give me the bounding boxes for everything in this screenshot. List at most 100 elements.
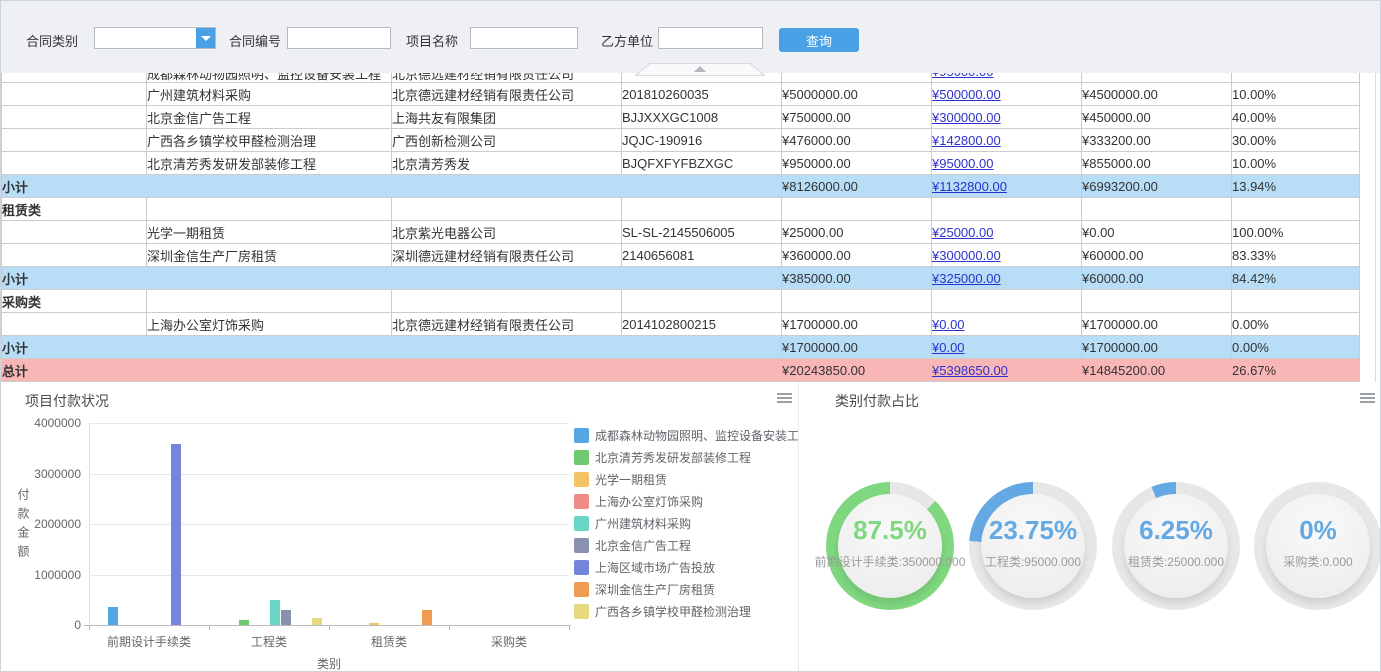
legend-swatch bbox=[574, 494, 589, 509]
y-axis-tick-label: 4000000 bbox=[19, 416, 81, 430]
paid-amount-link[interactable]: ¥5398650.00 bbox=[932, 363, 1008, 378]
donut-category-label: 租赁类:25000.000 bbox=[1128, 553, 1224, 570]
query-button[interactable]: 查询 bbox=[779, 28, 859, 52]
legend-item[interactable]: 上海办公室灯饰采购 bbox=[574, 490, 811, 512]
contract-number-input[interactable] bbox=[287, 27, 391, 49]
party-b-label: 乙方单位 bbox=[601, 31, 653, 50]
contract-payment-page: 合同类别 合同编号 项目名称 乙方单位 查询 成都森林动物园照明、监控设备安装工… bbox=[0, 0, 1381, 672]
donut-category-label: 采购类:0.000 bbox=[1283, 553, 1352, 570]
donut-chart-title: 类别付款占比 bbox=[835, 391, 919, 411]
donut-percent-value: 23.75% bbox=[969, 515, 1097, 546]
x-axis-tick bbox=[209, 626, 210, 630]
table-row: 广西各乡镇学校甲醛检测治理广西创新检测公司JQJC-190916¥476000.… bbox=[2, 129, 1360, 152]
gridline bbox=[89, 423, 569, 424]
donut-category-label: 前期设计手续类:350000.000 bbox=[815, 553, 966, 570]
legend-item[interactable]: 上海区域市场广告投放 bbox=[574, 556, 811, 578]
legend-item[interactable]: 北京金信广告工程 bbox=[574, 534, 811, 556]
paid-amount-link[interactable]: ¥25000.00 bbox=[932, 225, 993, 240]
legend-label: 广西各乡镇学校甲醛检测治理 bbox=[595, 603, 751, 620]
x-axis-line bbox=[84, 625, 571, 626]
donut-inner-circle bbox=[1124, 494, 1228, 598]
contract-number-label: 合同编号 bbox=[229, 31, 281, 50]
x-axis-category-label: 租赁类 bbox=[329, 633, 449, 650]
donut-gauge: 87.5%前期设计手续类:350000.000 bbox=[826, 482, 954, 610]
paid-amount-link[interactable]: ¥1132800.00 bbox=[932, 179, 1007, 194]
paid-amount-link[interactable]: ¥142800.00 bbox=[932, 133, 1001, 148]
bar-成都森林动物园照明、监控设备安装工程 bbox=[108, 607, 118, 625]
chevron-down-icon[interactable] bbox=[196, 28, 215, 48]
paid-amount-link[interactable]: ¥0.00 bbox=[932, 317, 965, 332]
y-axis-tick-label: 2000000 bbox=[19, 517, 81, 531]
legend-item[interactable]: 光学一期租赁 bbox=[574, 468, 811, 490]
paid-amount-link[interactable]: ¥95000.00 bbox=[932, 156, 993, 171]
project-name-input[interactable] bbox=[470, 27, 578, 49]
donut-percent-value: 87.5% bbox=[826, 515, 954, 546]
payment-bar-chart-panel: 项目付款状况 付款金额 类别 成都森林动物园照明、监控设备安装工程北京清芳秀发研… bbox=[1, 382, 798, 671]
contract-category-label: 合同类别 bbox=[26, 31, 78, 50]
bar-上海区域市场广告投放 bbox=[171, 444, 181, 625]
bar-光学一期租赁 bbox=[369, 623, 379, 625]
table-row: 上海办公室灯饰采购北京德远建材经销有限责任公司2014102800215¥170… bbox=[2, 313, 1360, 336]
chart-legend: 成都森林动物园照明、监控设备安装工程北京清芳秀发研发部装修工程光学一期租赁上海办… bbox=[574, 424, 811, 622]
legend-item[interactable]: 北京清芳秀发研发部装修工程 bbox=[574, 446, 811, 468]
gridline bbox=[89, 524, 569, 525]
legend-swatch bbox=[574, 516, 589, 531]
category-ratio-panel: 类别付款占比 87.5%前期设计手续类:350000.00023.75%工程类:… bbox=[798, 382, 1381, 671]
legend-label: 成都森林动物园照明、监控设备安装工程 bbox=[595, 427, 811, 444]
legend-item[interactable]: 成都森林动物园照明、监控设备安装工程 bbox=[574, 424, 811, 446]
table-row: 租赁类 bbox=[2, 198, 1360, 221]
table-row: 采购类 bbox=[2, 290, 1360, 313]
paid-amount-link[interactable]: ¥325000.00 bbox=[932, 271, 1001, 286]
legend-item[interactable]: 广西各乡镇学校甲醛检测治理 bbox=[574, 600, 811, 622]
legend-label: 上海办公室灯饰采购 bbox=[595, 493, 703, 510]
donut-inner-circle bbox=[981, 494, 1085, 598]
search-bar: 合同类别 合同编号 项目名称 乙方单位 查询 bbox=[1, 1, 1380, 73]
legend-item[interactable]: 广州建筑材料采购 bbox=[574, 512, 811, 534]
gridline bbox=[89, 474, 569, 475]
legend-swatch bbox=[574, 472, 589, 487]
legend-label: 深圳金信生产厂房租赁 bbox=[595, 581, 715, 598]
table-row: 成都森林动物园照明、监控设备安装工程北京德远建材经销有限责任公司¥95000.0… bbox=[2, 73, 1360, 83]
bar-北京金信广告工程 bbox=[281, 610, 291, 625]
paid-amount-link[interactable]: ¥95000.00 bbox=[932, 73, 993, 79]
table-row: 小计¥385000.00¥325000.00¥60000.0084.42% bbox=[2, 267, 1360, 290]
paid-amount-link[interactable]: ¥300000.00 bbox=[932, 110, 1001, 125]
donut-percent-value: 6.25% bbox=[1112, 515, 1240, 546]
x-axis-tick bbox=[329, 626, 330, 630]
legend-label: 广州建筑材料采购 bbox=[595, 515, 691, 532]
legend-swatch bbox=[574, 582, 589, 597]
party-b-input[interactable] bbox=[658, 27, 763, 49]
donut-inner-circle bbox=[1266, 494, 1370, 598]
legend-swatch bbox=[574, 428, 589, 443]
x-axis-tick bbox=[569, 626, 570, 630]
legend-item[interactable]: 深圳金信生产厂房租赁 bbox=[574, 578, 811, 600]
paid-amount-link[interactable]: ¥300000.00 bbox=[932, 248, 1001, 263]
donut-category-label: 工程类:95000.000 bbox=[985, 553, 1081, 570]
gridline bbox=[89, 575, 569, 576]
project-name-label: 项目名称 bbox=[406, 31, 458, 50]
x-axis-category-label: 前期设计手续类 bbox=[89, 633, 209, 650]
paid-amount-link[interactable]: ¥0.00 bbox=[932, 340, 965, 355]
chart-menu-icon[interactable] bbox=[1360, 393, 1375, 405]
donut-gauge: 23.75% 工程类:95000.000 bbox=[969, 482, 1097, 610]
paid-amount-link[interactable]: ¥500000.00 bbox=[932, 87, 1001, 102]
chart-menu-icon[interactable] bbox=[777, 393, 792, 405]
table-row: 深圳金信生产厂房租赁深圳德远建材经销有限责任公司2140656081¥36000… bbox=[2, 244, 1360, 267]
legend-swatch bbox=[574, 450, 589, 465]
table-row: 广州建筑材料采购北京德远建材经销有限责任公司201810260035¥50000… bbox=[2, 83, 1360, 106]
y-axis-tick-label: 0 bbox=[19, 618, 81, 632]
x-axis-category-label: 采购类 bbox=[449, 633, 569, 650]
y-axis-tick-label: 1000000 bbox=[19, 568, 81, 582]
table-row: 光学一期租赁北京紫光电器公司SL-SL-2145506005¥25000.00¥… bbox=[2, 221, 1360, 244]
table-row: 北京金信广告工程上海共友有限集团BJJXXXGC1008¥750000.00¥3… bbox=[2, 106, 1360, 129]
bar-chart-title: 项目付款状况 bbox=[25, 391, 109, 411]
donut-gauge: 0%采购类:0.000 bbox=[1254, 482, 1381, 610]
legend-swatch bbox=[574, 538, 589, 553]
contract-category-select[interactable] bbox=[94, 27, 216, 49]
x-axis-name: 类别 bbox=[289, 655, 369, 672]
bar-广西各乡镇学校甲醛检测治理 bbox=[312, 618, 322, 625]
legend-swatch bbox=[574, 560, 589, 575]
table-row: 总计¥20243850.00¥5398650.00¥14845200.0026.… bbox=[2, 359, 1360, 382]
donut-inner-circle bbox=[838, 494, 942, 598]
contracts-table: 成都森林动物园照明、监控设备安装工程北京德远建材经销有限责任公司¥95000.0… bbox=[1, 73, 1359, 382]
